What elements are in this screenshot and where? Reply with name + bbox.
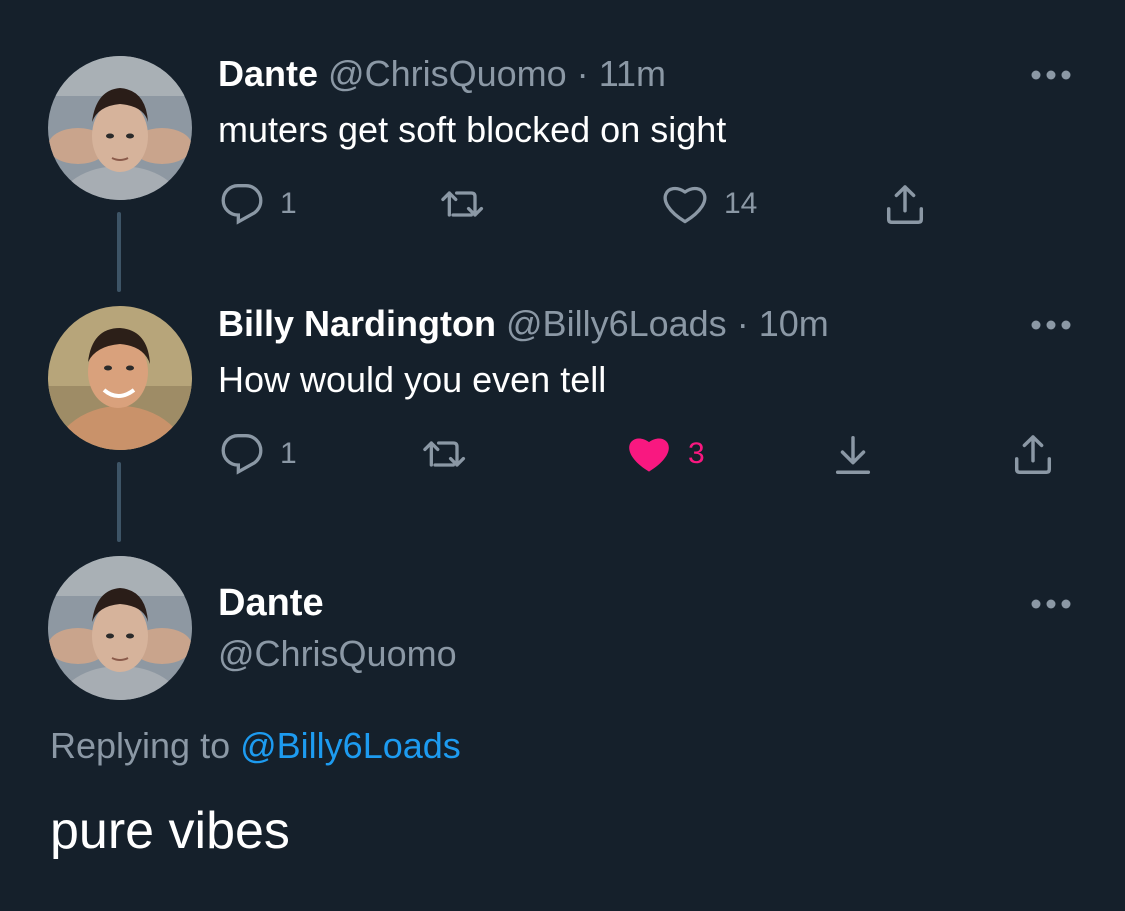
- reply-count: 1: [280, 187, 297, 220]
- avatar[interactable]: [48, 56, 192, 200]
- handle[interactable]: @ChrisQuomo: [218, 632, 457, 676]
- like-icon-filled: [629, 438, 669, 472]
- reply-count: 1: [280, 437, 297, 470]
- share-button[interactable]: [882, 182, 928, 228]
- tweet-header: Dante @ChrisQuomo · 11m: [218, 52, 666, 96]
- display-name[interactable]: Billy Nardington: [218, 303, 496, 344]
- retweet-button[interactable]: [440, 182, 488, 226]
- replying-to: Replying to @Billy6Loads: [50, 724, 461, 768]
- tweet-text: muters get soft blocked on sight: [218, 109, 727, 150]
- like-button[interactable]: 3: [626, 432, 705, 476]
- reply-button[interactable]: 1: [220, 432, 297, 476]
- like-icon: [663, 186, 707, 224]
- download-icon: [835, 436, 871, 474]
- more-icon[interactable]: [1029, 597, 1073, 611]
- share-icon: [1014, 435, 1052, 474]
- avatar[interactable]: [48, 556, 192, 700]
- separator: ·: [576, 53, 589, 94]
- tweet-text: How would you even tell: [218, 359, 607, 400]
- thread-line-2: [117, 462, 121, 542]
- retweet-icon: [423, 441, 466, 467]
- timestamp[interactable]: 11m: [599, 53, 666, 94]
- reply-button[interactable]: 1: [220, 182, 297, 226]
- reply-icon: [221, 184, 263, 225]
- like-count: 3: [688, 437, 705, 470]
- retweet-icon: [441, 191, 484, 217]
- tweet-text: pure vibes: [50, 802, 290, 860]
- handle[interactable]: @Billy6Loads: [506, 303, 727, 344]
- thread-line-1: [117, 212, 121, 292]
- replying-prefix: Replying to: [50, 725, 231, 766]
- share-button[interactable]: [1010, 432, 1056, 478]
- more-icon[interactable]: [1029, 318, 1073, 332]
- reply-icon: [221, 434, 263, 475]
- share-icon: [886, 185, 924, 224]
- display-name[interactable]: Dante: [218, 53, 318, 94]
- handle[interactable]: @ChrisQuomo: [328, 53, 567, 94]
- separator: ·: [736, 303, 749, 344]
- reply-mention-link[interactable]: @Billy6Loads: [240, 725, 461, 766]
- retweet-button[interactable]: [422, 432, 470, 476]
- display-name[interactable]: Dante: [218, 580, 324, 626]
- avatar[interactable]: [48, 306, 192, 450]
- more-icon[interactable]: [1029, 68, 1073, 82]
- like-button[interactable]: 14: [662, 182, 757, 226]
- like-count: 14: [724, 187, 758, 220]
- timestamp[interactable]: 10m: [759, 303, 829, 344]
- download-button[interactable]: [830, 432, 876, 478]
- tweet-header: Billy Nardington @Billy6Loads · 10m: [218, 302, 829, 346]
